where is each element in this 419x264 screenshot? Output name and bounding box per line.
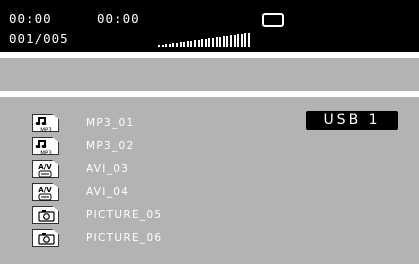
mp3-file-icon-graphic: MP3 — [35, 140, 52, 157]
track-counter: 001/005 — [9, 31, 69, 46]
level-meter-bar — [230, 35, 232, 47]
mp3-file-icon-graphic: MP3 — [35, 117, 52, 134]
list-item[interactable]: MP3 MP3_02 — [0, 137, 300, 157]
file-name: PICTURE_06 — [86, 232, 163, 244]
av-file-icon-graphic: A/V — [38, 163, 52, 178]
header-band — [0, 58, 419, 91]
level-meter-bar — [161, 45, 164, 47]
level-meter-bar — [240, 34, 243, 47]
av-file-icon: A/V — [32, 183, 59, 201]
file-name: PICTURE_05 — [86, 209, 163, 221]
rounded-rectangle-icon — [262, 13, 284, 27]
level-meter-bar — [215, 37, 218, 47]
camera-file-icon — [32, 206, 59, 224]
file-name: MP3_02 — [86, 140, 135, 152]
source-label: USB 1 — [306, 111, 398, 130]
file-name: AVI_03 — [86, 163, 130, 175]
level-meter-bar — [179, 42, 182, 47]
level-meter-bar — [201, 39, 204, 47]
file-name: MP3_01 — [86, 117, 135, 129]
icon-caption: A/V — [38, 186, 52, 194]
mp3-file-icon: MP3 — [32, 114, 59, 132]
level-meter-bar — [248, 33, 250, 47]
level-meter-bar — [186, 41, 189, 47]
level-meter-bar — [176, 43, 178, 47]
camera-file-icon-graphic — [38, 233, 55, 245]
mp3-file-icon: MP3 — [32, 137, 59, 155]
level-meter-bar — [194, 40, 196, 47]
level-meter-bar — [208, 38, 211, 47]
level-meter-bar — [183, 42, 186, 47]
level-meter-bar — [172, 43, 175, 47]
level-meter-bar — [212, 38, 214, 47]
level-meter-bar — [233, 35, 236, 47]
av-file-icon-graphic: A/V — [38, 186, 52, 201]
level-meter-bar — [190, 41, 193, 47]
file-name: AVI_04 — [86, 186, 130, 198]
total-time: 00:00 — [97, 11, 140, 26]
level-meter-bar — [226, 36, 229, 47]
level-meter-bar — [222, 36, 225, 47]
icon-caption: MP3 — [40, 151, 52, 157]
level-meter-bar — [165, 44, 168, 47]
level-meter-bar — [158, 45, 160, 47]
list-item[interactable]: A/V AVI_03 — [0, 160, 300, 180]
camera-file-icon-graphic — [38, 210, 55, 222]
status-bar: 00:00 00:00 001/005 — [0, 0, 419, 52]
av-file-icon: A/V — [32, 160, 59, 178]
level-meter-bar — [237, 34, 240, 47]
list-item[interactable]: A/V AVI_04 — [0, 183, 300, 203]
level-meter-bar — [204, 39, 207, 47]
icon-caption: A/V — [38, 163, 52, 171]
level-meter-bar — [219, 37, 222, 47]
camera-file-icon — [32, 229, 59, 247]
list-item[interactable]: PICTURE_05 — [0, 206, 300, 226]
level-meter-bar — [168, 44, 171, 47]
level-meter-bar — [197, 40, 200, 47]
elapsed-time: 00:00 — [9, 11, 52, 26]
list-item[interactable]: MP3 MP3_01 — [0, 114, 300, 134]
icon-caption: MP3 — [40, 128, 52, 134]
level-meter — [158, 33, 253, 47]
list-item[interactable]: PICTURE_06 — [0, 229, 300, 249]
level-meter-bar — [244, 33, 247, 47]
